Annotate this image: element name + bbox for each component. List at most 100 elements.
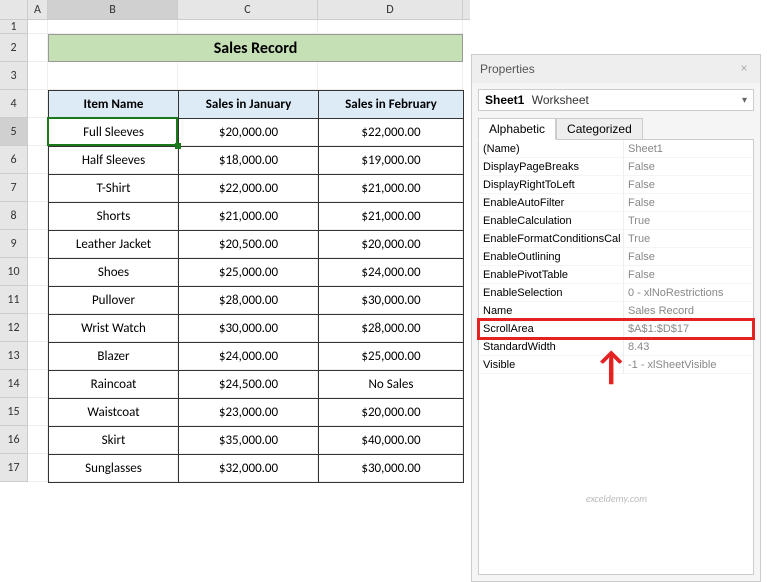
table-cell[interactable]: $24,000.00 xyxy=(179,343,319,371)
property-row[interactable]: EnableCalculationTrue xyxy=(479,212,753,230)
table-cell[interactable]: $18,000.00 xyxy=(179,147,319,175)
table-cell[interactable]: T-Shirt xyxy=(49,175,179,203)
row-header-2[interactable]: 2 xyxy=(0,34,28,62)
property-value[interactable]: True xyxy=(624,230,753,248)
table-row: Sunglasses$32,000.00$30,000.00 xyxy=(49,455,464,483)
row-header-7[interactable]: 7 xyxy=(0,174,28,202)
row-header-5[interactable]: 5 xyxy=(0,118,28,146)
property-row[interactable]: EnablePivotTableFalse xyxy=(479,266,753,284)
table-cell[interactable]: $24,500.00 xyxy=(179,371,319,399)
chevron-down-icon[interactable]: ▾ xyxy=(742,95,747,106)
property-row[interactable]: (Name)Sheet1 xyxy=(479,140,753,158)
col-header-A[interactable]: A xyxy=(28,0,48,19)
property-row[interactable]: Visible-1 - xlSheetVisible xyxy=(479,356,753,374)
table-cell[interactable]: Shorts xyxy=(49,203,179,231)
row-header-3[interactable]: 3 xyxy=(0,62,28,90)
row-header-9[interactable]: 9 xyxy=(0,230,28,258)
table-cell[interactable]: $28,000.00 xyxy=(179,287,319,315)
table-cell[interactable]: Wrist Watch xyxy=(49,315,179,343)
table-cell[interactable]: $30,000.00 xyxy=(319,455,464,483)
row-header-8[interactable]: 8 xyxy=(0,202,28,230)
select-all-corner[interactable] xyxy=(0,0,28,19)
table-cell[interactable]: $24,000.00 xyxy=(319,259,464,287)
property-value[interactable]: Sales Record xyxy=(624,302,753,320)
table-cell[interactable]: $21,000.00 xyxy=(319,175,464,203)
table-cell[interactable]: $30,000.00 xyxy=(179,315,319,343)
properties-titlebar: Properties × xyxy=(472,55,760,83)
property-key: DisplayPageBreaks xyxy=(479,158,624,176)
col-header-B[interactable]: B xyxy=(48,0,178,19)
row-header-15[interactable]: 15 xyxy=(0,398,28,426)
property-row[interactable]: ScrollArea$A$1:$D$17 xyxy=(479,320,753,338)
table-cell[interactable]: Skirt xyxy=(49,427,179,455)
table-cell[interactable]: $40,000.00 xyxy=(319,427,464,455)
property-value[interactable]: False xyxy=(624,158,753,176)
table-cell[interactable]: $30,000.00 xyxy=(319,287,464,315)
table-row: Blazer$24,000.00$25,000.00 xyxy=(49,343,464,371)
property-value[interactable]: -1 - xlSheetVisible xyxy=(624,356,753,374)
col-header-D[interactable]: D xyxy=(318,0,463,19)
col-header-C[interactable]: C xyxy=(178,0,318,19)
row-header-12[interactable]: 12 xyxy=(0,314,28,342)
property-row[interactable]: StandardWidth8.43 xyxy=(479,338,753,356)
tab-alphabetic[interactable]: Alphabetic xyxy=(478,118,556,140)
table-row: Skirt$35,000.00$40,000.00 xyxy=(49,427,464,455)
table-cell[interactable]: Half Sleeves xyxy=(49,147,179,175)
property-value[interactable]: 8.43 xyxy=(624,338,753,356)
table-cell[interactable]: No Sales xyxy=(319,371,464,399)
table-cell[interactable]: $21,000.00 xyxy=(319,203,464,231)
table-cell[interactable]: $19,000.00 xyxy=(319,147,464,175)
tab-categorized[interactable]: Categorized xyxy=(556,118,643,140)
row-header-17[interactable]: 17 xyxy=(0,454,28,482)
property-value[interactable]: False xyxy=(624,176,753,194)
table-cell[interactable]: Leather Jacket xyxy=(49,231,179,259)
row-header-6[interactable]: 6 xyxy=(0,146,28,174)
property-value[interactable]: 0 - xlNoRestrictions xyxy=(624,284,753,302)
properties-grid[interactable]: (Name)Sheet1DisplayPageBreaksFalseDispla… xyxy=(478,139,754,575)
table-cell[interactable]: Shoes xyxy=(49,259,179,287)
property-row[interactable]: DisplayPageBreaksFalse xyxy=(479,158,753,176)
table-cell[interactable]: $22,000.00 xyxy=(179,175,319,203)
table-cell[interactable]: $35,000.00 xyxy=(179,427,319,455)
table-cell[interactable]: Raincoat xyxy=(49,371,179,399)
property-value[interactable]: True xyxy=(624,212,753,230)
row-header-11[interactable]: 11 xyxy=(0,286,28,314)
property-row[interactable]: EnableFormatConditionsCalTrue xyxy=(479,230,753,248)
property-row[interactable]: EnableOutliningFalse xyxy=(479,248,753,266)
table-cell[interactable]: Pullover xyxy=(49,287,179,315)
fill-handle[interactable] xyxy=(175,143,181,149)
row-header-10[interactable]: 10 xyxy=(0,258,28,286)
table-cell[interactable]: $25,000.00 xyxy=(319,343,464,371)
table-cell[interactable]: $21,000.00 xyxy=(179,203,319,231)
property-row[interactable]: DisplayRightToLeftFalse xyxy=(479,176,753,194)
row-header-1[interactable]: 1 xyxy=(0,20,28,34)
property-key: EnableSelection xyxy=(479,284,624,302)
table-cell[interactable]: Blazer xyxy=(49,343,179,371)
property-row[interactable]: EnableAutoFilterFalse xyxy=(479,194,753,212)
table-cell[interactable]: $25,000.00 xyxy=(179,259,319,287)
table-cell[interactable]: $20,500.00 xyxy=(179,231,319,259)
table-cell[interactable]: $32,000.00 xyxy=(179,455,319,483)
table-cell[interactable]: Full Sleeves xyxy=(49,119,179,147)
property-value[interactable]: False xyxy=(624,194,753,212)
table-cell[interactable]: $20,000.00 xyxy=(179,119,319,147)
property-value[interactable]: False xyxy=(624,266,753,284)
property-row[interactable]: NameSales Record xyxy=(479,302,753,320)
table-cell[interactable]: $20,000.00 xyxy=(319,231,464,259)
table-cell[interactable]: Waistcoat xyxy=(49,399,179,427)
object-selector[interactable]: Sheet1 Worksheet ▾ xyxy=(478,89,754,111)
property-value[interactable]: $A$1:$D$17 xyxy=(624,320,753,338)
property-value[interactable]: Sheet1 xyxy=(624,140,753,158)
close-icon[interactable]: × xyxy=(736,61,752,77)
table-cell[interactable]: Sunglasses xyxy=(49,455,179,483)
property-value[interactable]: False xyxy=(624,248,753,266)
row-header-16[interactable]: 16 xyxy=(0,426,28,454)
property-row[interactable]: EnableSelection0 - xlNoRestrictions xyxy=(479,284,753,302)
table-cell[interactable]: $22,000.00 xyxy=(319,119,464,147)
table-cell[interactable]: $28,000.00 xyxy=(319,315,464,343)
row-header-14[interactable]: 14 xyxy=(0,370,28,398)
table-cell[interactable]: $20,000.00 xyxy=(319,399,464,427)
table-cell[interactable]: $23,000.00 xyxy=(179,399,319,427)
row-header-13[interactable]: 13 xyxy=(0,342,28,370)
row-header-4[interactable]: 4 xyxy=(0,90,28,118)
